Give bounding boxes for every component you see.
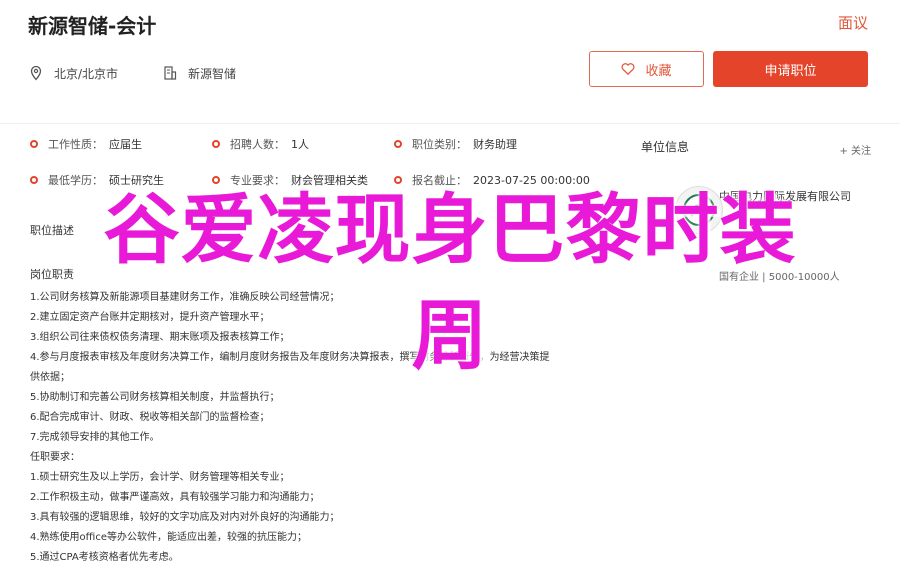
duty-line: 1.公司财务核算及新能源项目基建财务工作，准确反映公司经营情况；: [30, 292, 340, 303]
job-meta-row: 北京/北京市 新源智储: [28, 62, 280, 84]
salary-label: 面议: [837, 14, 868, 32]
description-heading: 职位描述: [30, 224, 74, 237]
duty-line: 7.完成领导安排的其他工作。: [30, 432, 160, 443]
duty-line: 5.协助制订和完善公司财务核算相关制度，并监督执行；: [30, 392, 280, 403]
info-cell: 专业要求： 财会管理相关类: [212, 172, 394, 188]
duty-line: 1.硕士研究生及以上学历，会计学、财务管理等相关专业；: [30, 472, 290, 483]
duty-line: 6.配合完成审计、财政、税收等相关部门的监督检查；: [30, 412, 270, 423]
apply-button[interactable]: 申请职位: [713, 51, 868, 87]
bullet-icon: [30, 176, 38, 184]
duty-line: 任职要求：: [30, 452, 80, 463]
heart-icon: [621, 62, 635, 76]
company-name[interactable]: 中国电力国际发展有限公司: [719, 188, 851, 204]
bullet-icon: [212, 176, 220, 184]
info-cell: 报名截止： 2023-07-25 00:00:00: [394, 172, 624, 188]
job-info-grid: 工作性质： 应届生 招聘人数： 1人 职位类别： 财务助理 最低学历： 硕士研究生 专业…: [30, 126, 624, 198]
bullet-icon: [394, 176, 402, 184]
bullet-icon: [212, 140, 220, 148]
info-cell: 职位类别： 财务助理: [394, 136, 624, 152]
favorite-label: 收藏: [645, 63, 672, 79]
company-panel-title: 单位信息: [641, 140, 690, 154]
company-text[interactable]: 新源智储: [188, 65, 236, 82]
location-text: 北京/北京市: [54, 66, 119, 81]
company-logo-icon: [683, 194, 715, 226]
duty-line: 供依据；: [30, 372, 70, 383]
info-cell: 最低学历： 硕士研究生: [30, 172, 212, 188]
favorite-button[interactable]: 收藏: [589, 51, 704, 87]
duty-line: 5.通过CPA考核资格者优先考虑。: [30, 552, 179, 563]
building-icon: [162, 65, 178, 81]
info-cell: 招聘人数： 1人: [212, 136, 394, 152]
company-item: 新源智储: [162, 65, 236, 82]
bullet-icon: [30, 140, 38, 148]
duty-line: 2.工作积极主动，做事严谨高效，具有较强学习能力和沟通能力；: [30, 492, 320, 503]
info-row: 最低学历： 硕士研究生 专业要求： 财会管理相关类 报名截止： 2023-07-25 …: [30, 162, 624, 198]
job-title: 新源智储-会计: [28, 14, 157, 38]
duty-line: 4.参与月度报表审核及年度财务决算工作，编制月度财务报告及年度财务决算报表，撰写…: [30, 352, 550, 363]
company-meta: 国有企业 | 5000-10000人: [719, 272, 840, 283]
duty-line: 3.具有较强的逻辑思维，较好的文字功底及对内对外良好的沟通能力；: [30, 512, 340, 523]
duty-line: 3.组织公司往来债权债务清理、期末账项及报表核算工作；: [30, 332, 290, 343]
location-pin-icon: [28, 65, 44, 81]
job-header: 新源智储-会计 面议 北京/北京市 新源智储 收藏 申请职位: [0, 0, 900, 124]
company-logo: [675, 186, 723, 234]
info-cell: 工作性质： 应届生: [30, 136, 212, 152]
company-panel: 单位信息 + 关注 中国电力国际发展有限公司 国有企业 | 5000-10000…: [641, 138, 871, 283]
duty-line: 4.熟练使用office等办公软件，能适应出差，较强的抗压能力；: [30, 532, 307, 543]
header-divider: [0, 123, 900, 124]
duty-heading: 岗位职责: [30, 268, 74, 281]
bullet-icon: [394, 140, 402, 148]
follow-button[interactable]: + 关注: [839, 142, 871, 157]
location-item: 北京/北京市: [28, 65, 118, 82]
info-row: 工作性质： 应届生 招聘人数： 1人 职位类别： 财务助理: [30, 126, 624, 162]
job-description: 1.公司财务核算及新能源项目基建财务工作，准确反映公司经营情况； 2.建立固定资…: [30, 288, 600, 568]
duty-line: 2.建立固定资产台账并定期核对，提升资产管理水平；: [30, 312, 270, 323]
